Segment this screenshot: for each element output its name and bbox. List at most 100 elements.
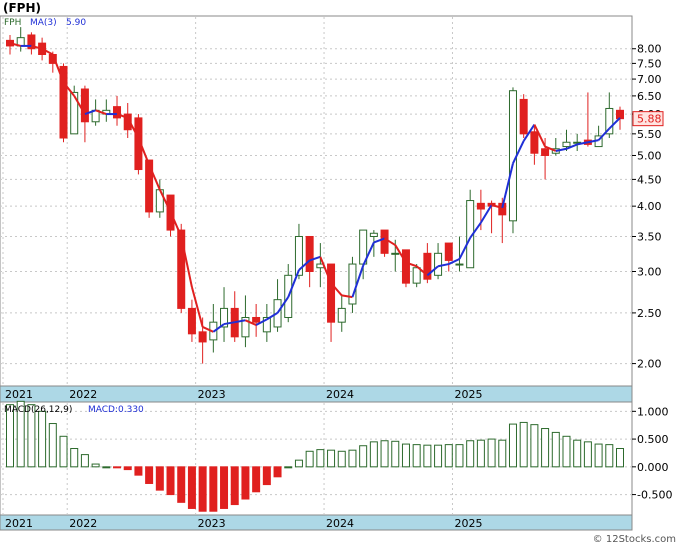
macd-bar [123, 466, 132, 471]
macd-bar [519, 421, 528, 468]
macd-bar [583, 441, 592, 468]
candle-body [423, 252, 432, 280]
macd-bar [80, 454, 89, 468]
macd-bar [359, 445, 368, 468]
macd-bar [145, 466, 154, 484]
candle-body [177, 229, 186, 309]
candle-body [80, 88, 89, 123]
last-price-label: 5.88 [637, 113, 662, 126]
candle-body [455, 263, 464, 266]
macd-bar [220, 466, 229, 509]
macd-bar [530, 424, 539, 468]
chart-title: (FPH) [3, 1, 41, 15]
macd-bar [38, 410, 47, 468]
price-tick-label: 4.50 [637, 173, 662, 186]
price-tick-label: 4.00 [637, 200, 662, 213]
macd-bar [541, 428, 550, 468]
candle-body [113, 106, 122, 119]
candle-body [444, 242, 453, 261]
candle-body [508, 90, 517, 222]
legend-symbol: FPH [4, 18, 21, 28]
macd-tick-label: 0.500 [637, 433, 669, 446]
macd-bar [305, 450, 314, 468]
price-x-tick-label: 2023 [198, 388, 226, 401]
candle-body [305, 235, 314, 272]
macd-bar [113, 466, 122, 469]
macd-bar [444, 444, 453, 468]
macd-bar [294, 459, 303, 468]
price-tick-label: 2.50 [637, 307, 662, 320]
macd-bar [498, 439, 507, 468]
macd-bar [273, 466, 282, 478]
macd-bar [284, 466, 293, 469]
macd-bar [508, 423, 517, 468]
price-tick-label: 3.00 [637, 265, 662, 278]
candle-body [348, 263, 357, 305]
macd-legend-value: MACD:0.330 [88, 405, 144, 415]
price-panel-frame [0, 15, 633, 387]
candle-body [198, 331, 207, 343]
macd-bar [252, 466, 261, 493]
macd-tick-label: 1.000 [637, 405, 669, 418]
macd-bar [594, 443, 603, 468]
macd-x-tick-label: 2024 [326, 517, 354, 530]
last-price-badge: 5.88 [632, 111, 664, 127]
price-tick-label: 7.00 [637, 73, 662, 86]
macd-x-tick-label: 2025 [454, 517, 482, 530]
price-tick-label: 5.00 [637, 149, 662, 162]
macd-bar [134, 466, 143, 476]
price-x-tick-label: 2025 [454, 388, 482, 401]
macd-bar [551, 431, 560, 468]
macd-bar [380, 440, 389, 468]
macd-bar [401, 443, 410, 468]
price-tick-label: 2.00 [637, 358, 662, 371]
macd-bar [616, 448, 624, 468]
macd-bar [562, 435, 571, 468]
macd-bar [412, 444, 421, 468]
macd-tick-label: -0.500 [637, 489, 672, 502]
macd-bar [455, 444, 464, 468]
candle-body [252, 316, 261, 323]
price-tick-label: 7.50 [637, 57, 662, 70]
candle-body [412, 267, 421, 284]
price-x-tick-label: 2021 [5, 388, 33, 401]
macd-bar [262, 466, 271, 486]
candle-body [391, 252, 400, 255]
macd-bar [487, 438, 496, 468]
candle-body [530, 131, 539, 154]
macd-bar [391, 440, 400, 468]
candle-body [401, 249, 410, 284]
stock-chart: 8.007.507.006.506.005.505.004.504.003.50… [0, 0, 680, 546]
macd-tick-label: 0.000 [637, 461, 669, 474]
price-x-tick-label: 2024 [326, 388, 354, 401]
candle-body [476, 202, 485, 210]
macd-bar [369, 441, 378, 468]
macd-bar [91, 463, 100, 468]
candle-body [616, 109, 624, 120]
macd-bar [70, 448, 79, 468]
macd-bar [337, 450, 346, 468]
macd-bar [102, 466, 111, 469]
macd-bar [573, 439, 582, 468]
macd-bar [466, 440, 475, 468]
macd-bar [166, 466, 175, 496]
macd-bar [348, 449, 357, 468]
candle-body [380, 229, 389, 254]
price-tick-label: 6.50 [637, 90, 662, 103]
macd-bar [316, 449, 325, 468]
candle-body [369, 232, 378, 237]
price-tick-label: 8.00 [637, 43, 662, 56]
legend-ma-value: 5.90 [66, 18, 86, 28]
macd-bar [209, 466, 218, 512]
macd-x-tick-label: 2022 [69, 517, 97, 530]
price-x-tick-label: 2022 [69, 388, 97, 401]
price-tick-label: 3.50 [637, 230, 662, 243]
macd-bar [327, 449, 336, 468]
macd-x-tick-label: 2023 [198, 517, 226, 530]
macd-bar [230, 466, 239, 506]
macd-bar [434, 444, 443, 468]
macd-bar [423, 444, 432, 468]
candle-body [327, 263, 336, 323]
candle-body [562, 141, 571, 148]
macd-x-tick-label: 2021 [5, 517, 33, 530]
